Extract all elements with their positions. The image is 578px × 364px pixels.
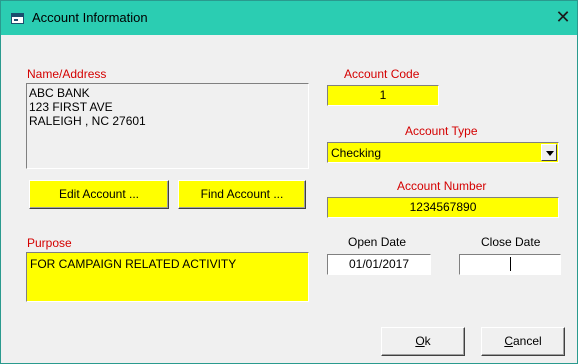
- name-address-box[interactable]: ABC BANK 123 FIRST AVE RALEIGH , NC 2760…: [26, 83, 309, 169]
- account-code-field[interactable]: 1: [327, 85, 439, 106]
- account-type-select[interactable]: Checking: [327, 142, 559, 163]
- account-number-label: Account Number: [397, 179, 487, 193]
- account-code-label: Account Code: [344, 67, 420, 81]
- cancel-accelerator: C: [504, 334, 513, 348]
- chevron-down-icon[interactable]: [541, 144, 557, 161]
- account-type-label: Account Type: [405, 124, 478, 138]
- account-number-field[interactable]: 1234567890: [327, 197, 559, 218]
- text-cursor: [510, 257, 511, 271]
- window-title: Account Information: [32, 10, 148, 25]
- ok-label-rest: k: [424, 334, 431, 348]
- window-app-icon: [11, 13, 24, 24]
- account-type-value: Checking: [331, 146, 382, 160]
- open-date-field[interactable]: 01/01/2017: [327, 254, 431, 275]
- ok-button[interactable]: Ok: [381, 327, 465, 356]
- address-line-3: RALEIGH , NC 27601: [29, 114, 146, 128]
- open-date-label: Open Date: [348, 235, 407, 249]
- close-icon[interactable]: ✕: [553, 7, 573, 27]
- cancel-label-rest: ancel: [512, 334, 542, 348]
- purpose-field[interactable]: FOR CAMPAIGN RELATED ACTIVITY: [26, 252, 309, 302]
- find-account-button[interactable]: Find Account ...: [178, 180, 306, 209]
- close-date-label: Close Date: [481, 235, 541, 249]
- address-line-2: 123 FIRST AVE: [29, 100, 113, 114]
- close-date-field[interactable]: [459, 254, 561, 275]
- name-address-label: Name/Address: [27, 67, 107, 81]
- purpose-label: Purpose: [27, 236, 72, 250]
- address-line-1: ABC BANK: [29, 86, 90, 100]
- ok-accelerator: O: [415, 334, 425, 348]
- account-information-dialog: Account Information ✕ Name/Address ABC B…: [0, 0, 578, 364]
- title-bar[interactable]: Account Information ✕: [1, 1, 577, 35]
- cancel-button[interactable]: Cancel: [481, 327, 565, 356]
- edit-account-button[interactable]: Edit Account ...: [29, 180, 169, 209]
